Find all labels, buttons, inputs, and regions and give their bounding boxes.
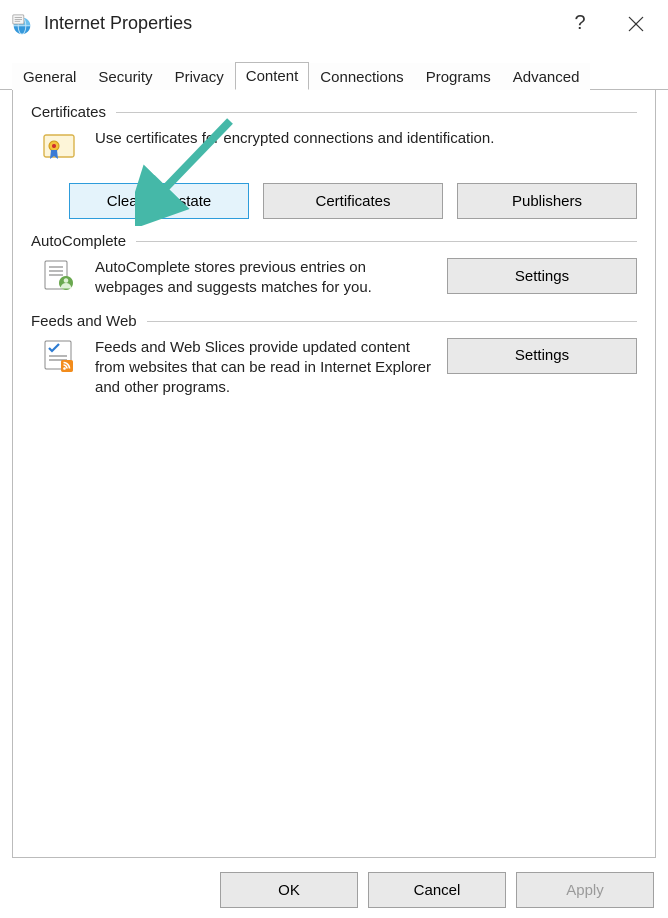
tab-advanced[interactable]: Advanced xyxy=(502,63,591,90)
divider xyxy=(147,321,637,322)
certificates-group: Certificates Use certificates for encryp… xyxy=(31,104,637,219)
tab-connections[interactable]: Connections xyxy=(309,63,414,90)
clear-ssl-state-button[interactable]: Clear SSL state xyxy=(69,183,249,219)
feeds-icon xyxy=(41,338,77,374)
publishers-button[interactable]: Publishers xyxy=(457,183,637,219)
content-panel: Certificates Use certificates for encryp… xyxy=(12,90,656,858)
ok-button[interactable]: OK xyxy=(220,872,358,908)
autocomplete-desc: AutoComplete stores previous entries on … xyxy=(95,258,437,299)
cancel-button[interactable]: Cancel xyxy=(368,872,506,908)
help-button[interactable]: ? xyxy=(552,0,608,48)
window-title: Internet Properties xyxy=(44,13,192,34)
autocomplete-settings-button[interactable]: Settings xyxy=(447,258,637,294)
internet-options-icon xyxy=(10,12,34,36)
autocomplete-group: AutoComplete AutoComplete stores previou… xyxy=(31,233,637,299)
feeds-group: Feeds and Web Feeds and Web Slices provi… xyxy=(31,313,637,399)
divider xyxy=(136,241,637,242)
titlebar: Internet Properties ? xyxy=(0,0,668,48)
certificate-icon xyxy=(41,129,77,165)
certificates-title: Certificates xyxy=(31,104,106,121)
feeds-title: Feeds and Web xyxy=(31,313,137,330)
autocomplete-title: AutoComplete xyxy=(31,233,126,250)
dialog-footer: OK Cancel Apply xyxy=(220,872,654,908)
tab-privacy[interactable]: Privacy xyxy=(164,63,235,90)
certificates-button[interactable]: Certificates xyxy=(263,183,443,219)
apply-button[interactable]: Apply xyxy=(516,872,654,908)
divider xyxy=(116,112,637,113)
close-button[interactable] xyxy=(608,0,664,48)
feeds-desc: Feeds and Web Slices provide updated con… xyxy=(95,338,437,399)
feeds-settings-button[interactable]: Settings xyxy=(447,338,637,374)
certificates-desc: Use certificates for encrypted connectio… xyxy=(95,129,637,149)
tab-general[interactable]: General xyxy=(12,63,87,90)
tab-content[interactable]: Content xyxy=(235,62,310,90)
tab-row: General Security Privacy Content Connect… xyxy=(0,56,668,90)
tab-programs[interactable]: Programs xyxy=(415,63,502,90)
autocomplete-icon xyxy=(41,258,77,294)
certificates-buttons: Clear SSL state Certificates Publishers xyxy=(69,183,637,219)
tab-security[interactable]: Security xyxy=(87,63,163,90)
